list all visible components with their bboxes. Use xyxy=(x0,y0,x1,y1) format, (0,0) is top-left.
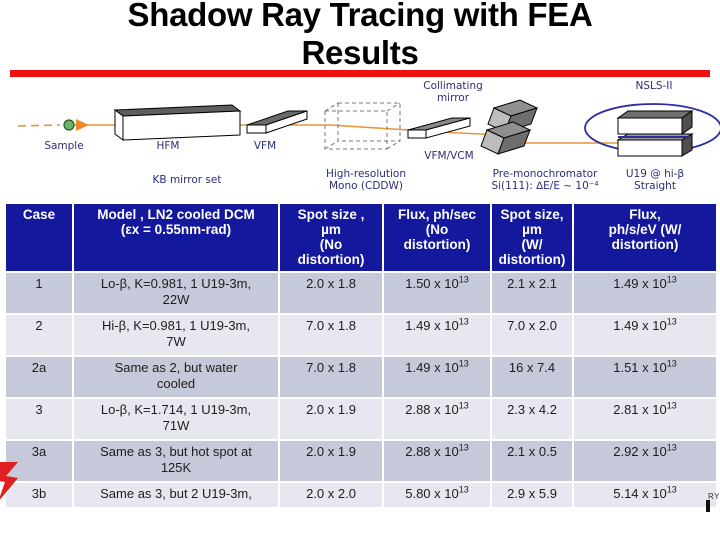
table-row: 2 Hi-β, K=0.981, 1 U19-3m, 7W 7.0 x 1.8 … xyxy=(6,315,716,355)
sample-point xyxy=(63,119,75,131)
cell-spot-size-w-distortion: 7.0 x 2.0 xyxy=(492,315,572,355)
table-row: 3 Lo-β, K=1.714, 1 U19-3m, 71W 2.0 x 1.9… xyxy=(6,399,716,439)
cell-model: Lo-β, K=1.714, 1 U19-3m, 71W xyxy=(74,399,278,439)
cell-spot-size-no-distortion: 2.0 x 1.9 xyxy=(280,399,382,439)
table-row: 2a Same as 2, but water cooled 7.0 x 1.8… xyxy=(6,357,716,397)
cell-flux-no-distortion: 5.80 x 1013 xyxy=(384,483,490,507)
pre-monochromator-crystal-lower xyxy=(480,121,532,155)
cell-spot-size-w-distortion: 2.9 x 5.9 xyxy=(492,483,572,507)
page-title: Shadow Ray Tracing with FEA Results xyxy=(127,0,593,71)
vfm-vcm-mirror xyxy=(407,117,471,139)
column-header-spot-size-no-dist: Spot size , µm (No distortion) xyxy=(280,204,382,271)
cell-model: Hi-β, K=0.981, 1 U19-3m, 7W xyxy=(74,315,278,355)
cell-flux-no-distortion: 1.49 x 1013 xyxy=(384,315,490,355)
table-row: 1 Lo-β, K=0.981, 1 U19-3m, 22W 2.0 x 1.8… xyxy=(6,273,716,313)
corner-label: RY xyxy=(708,492,720,501)
table-header-row: Case Model , LN2 cooled DCM (εx = 0.55nm… xyxy=(6,204,716,271)
partial-logo-icon xyxy=(0,462,18,500)
cell-spot-size-w-distortion: 2.1 x 2.1 xyxy=(492,273,572,313)
cell-model: Same as 3, but hot spot at 125K xyxy=(74,441,278,481)
diagram-label-nsls-ii: NSLS-II xyxy=(635,80,673,92)
diagram-label-collimating-mirror: Collimating mirror xyxy=(423,80,483,104)
vfm-mirror xyxy=(246,110,308,134)
table-row: 3b Same as 3, but 2 U19-3m, 2.0 x 2.0 5.… xyxy=(6,483,716,507)
cell-flux-w-distortion: 2.92 x 1013 xyxy=(574,441,716,481)
cell-case: 1 xyxy=(6,273,72,313)
diagram-label-vfm-vcm: VFM/VCM xyxy=(424,150,474,162)
cell-spot-size-no-distortion: 7.0 x 1.8 xyxy=(280,315,382,355)
title-divider-rule xyxy=(10,70,710,77)
cell-spot-size-no-distortion: 2.0 x 1.9 xyxy=(280,441,382,481)
diagram-label-hfm: HFM xyxy=(156,140,180,152)
cell-case: 3 xyxy=(6,399,72,439)
sample-arrow-icon xyxy=(76,119,89,131)
table-row: 3a Same as 3, but hot spot at 125K 2.0 x… xyxy=(6,441,716,481)
cell-spot-size-w-distortion: 16 x 7.4 xyxy=(492,357,572,397)
diagram-label-high-resolution-mono: High-resolution Mono (CDDW) xyxy=(325,168,407,192)
cell-flux-w-distortion: 1.51 x 1013 xyxy=(574,357,716,397)
cell-flux-no-distortion: 2.88 x 1013 xyxy=(384,441,490,481)
column-header-case: Case xyxy=(6,204,72,271)
cell-spot-size-no-distortion: 7.0 x 1.8 xyxy=(280,357,382,397)
cell-model: Same as 2, but water cooled xyxy=(74,357,278,397)
cell-case: 2 xyxy=(6,315,72,355)
cell-flux-w-distortion: 1.49 x 1013 xyxy=(574,315,716,355)
cell-spot-size-no-distortion: 2.0 x 2.0 xyxy=(280,483,382,507)
diagram-label-pre-monochromator: Pre-monochromator Si(111): ∆E/E ~ 10⁻⁴ xyxy=(491,168,599,192)
corner-bar-mark xyxy=(706,500,710,512)
cell-model: Same as 3, but 2 U19-3m, xyxy=(74,483,278,507)
incoming-ray-dashed xyxy=(17,124,61,127)
cell-flux-no-distortion: 1.50 x 1013 xyxy=(384,273,490,313)
cell-flux-w-distortion: 2.81 x 1013 xyxy=(574,399,716,439)
cell-flux-no-distortion: 1.49 x 1013 xyxy=(384,357,490,397)
diagram-label-vfm: VFM xyxy=(253,140,277,152)
cell-flux-w-distortion: 1.49 x 1013 xyxy=(574,273,716,313)
cell-spot-size-w-distortion: 2.3 x 4.2 xyxy=(492,399,572,439)
column-header-flux-w-dist: Flux, ph/s/eV (W/ distortion) xyxy=(574,204,716,271)
undulator-u19 xyxy=(616,110,694,157)
diagram-label-u19-straight: U19 @ hi-β Straight xyxy=(625,168,685,192)
beamline-schematic-diagram: Sample HFM VFM KB mirror set High-resolu… xyxy=(0,78,720,196)
cell-case: 2a xyxy=(6,357,72,397)
cell-spot-size-w-distortion: 2.1 x 0.5 xyxy=(492,441,572,481)
diagram-label-kb-mirror-set: KB mirror set xyxy=(152,174,222,186)
fea-results-table: Case Model , LN2 cooled DCM (εx = 0.55nm… xyxy=(4,202,718,509)
cell-flux-no-distortion: 2.88 x 1013 xyxy=(384,399,490,439)
cell-model: Lo-β, K=0.981, 1 U19-3m, 22W xyxy=(74,273,278,313)
diagram-label-sample: Sample xyxy=(44,140,84,152)
cell-spot-size-no-distortion: 2.0 x 1.8 xyxy=(280,273,382,313)
column-header-spot-size-w-dist: Spot size, µm (W/ distortion) xyxy=(492,204,572,271)
column-header-model: Model , LN2 cooled DCM (εx = 0.55nm-rad) xyxy=(74,204,278,271)
hfm-mirror xyxy=(113,104,242,141)
column-header-flux-no-dist: Flux, ph/sec (No distortion) xyxy=(384,204,490,271)
cell-flux-w-distortion: 5.14 x 1013 xyxy=(574,483,716,507)
